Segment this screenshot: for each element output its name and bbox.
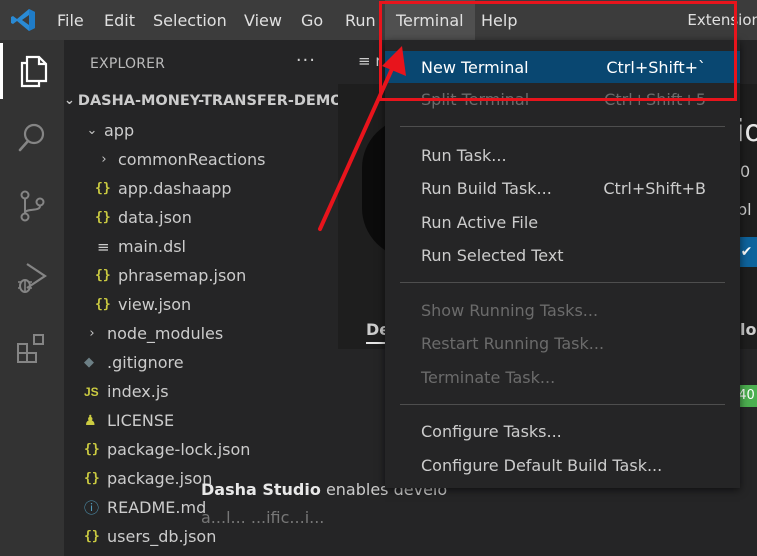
json-file-icon: {} — [84, 529, 100, 544]
menu-item-shortcut: Ctrl+Shift+B — [603, 178, 706, 198]
chevron-right-icon: › — [101, 152, 107, 167]
tree-item[interactable]: {} app.dashaapp — [64, 174, 338, 203]
json-file-icon: {} — [95, 268, 111, 283]
run-debug-icon[interactable] — [0, 250, 64, 306]
explorer-icon[interactable] — [0, 43, 64, 99]
menu-item-label: Configure Default Build Task... — [421, 455, 663, 475]
tree-item-label: phrasemap.json — [118, 266, 247, 285]
tree-item-label: index.js — [107, 382, 169, 401]
json-file-icon: {} — [84, 442, 100, 457]
javascript-file-icon: JS — [84, 384, 99, 399]
activity-bar — [0, 40, 64, 556]
menu-edit[interactable]: Edit — [104, 0, 135, 40]
root-folder-label: DASHA-MONEY-TRANSFER-DEMO — [77, 92, 343, 109]
explorer-title: EXPLORER — [90, 56, 166, 72]
tree-root-folder[interactable]: ⌄ DASHA-MONEY-TRANSFER-DEMO — [64, 86, 343, 115]
tree-item-label: node_modules — [107, 324, 224, 343]
menu-separator — [400, 404, 725, 405]
chevron-right-icon: › — [89, 326, 95, 341]
menu-item-run-selected-text[interactable]: Run Selected Text — [385, 239, 740, 271]
vscode-logo-icon — [11, 9, 35, 31]
chevron-down-icon: ⌄ — [86, 123, 98, 138]
menu-item-restart-running-task: Restart Running Task... — [385, 327, 740, 359]
menu-item-label: Run Build Task... — [421, 178, 552, 198]
tree-item[interactable]: {} data.json — [64, 203, 338, 232]
text-file-icon: ≡ — [97, 237, 110, 256]
menu-item-run-active-file[interactable]: Run Active File — [385, 206, 740, 238]
menu-item-configure-default-build-task[interactable]: Configure Default Build Task... — [385, 449, 740, 481]
tree-item-label: app.dashaapp — [118, 179, 232, 198]
json-file-icon: {} — [84, 471, 100, 486]
menu-item-label: Run Task... — [421, 145, 507, 165]
tree-item-label: LICENSE — [107, 411, 175, 430]
menu-item-label: Configure Tasks... — [421, 421, 562, 441]
json-file-icon: {} — [95, 181, 111, 196]
extension-tab-icon[interactable]: ≡ r — [358, 52, 382, 70]
menu-item-label: Show Running Tasks... — [421, 300, 599, 320]
tree-item-label: app — [104, 121, 135, 140]
description-bold: Dasha Studio — [201, 480, 321, 499]
search-icon[interactable] — [0, 110, 64, 166]
tree-item[interactable]: {} phrasemap.json — [64, 261, 338, 290]
menu-item-label: Terminate Task... — [421, 367, 556, 387]
extension-version-fragment: 0 — [740, 162, 751, 181]
explorer-sidebar: EXPLORER ··· ⌄ DASHA-MONEY-TRANSFER-DEMO… — [64, 40, 343, 556]
tree-item-label: package-lock.json — [107, 440, 251, 459]
extension-description-clipped: a...l... ...ific...i... — [201, 508, 325, 527]
menu-file[interactable]: File — [57, 0, 84, 40]
info-file-icon: ⓘ — [84, 499, 100, 517]
chevron-down-icon: ⌄ — [64, 93, 75, 108]
menu-item-terminate-task: Terminate Task... — [385, 361, 740, 393]
menu-item-label: Run Active File — [421, 212, 539, 232]
tree-item[interactable]: ⌄ app — [64, 116, 338, 145]
menu-view[interactable]: View — [244, 0, 282, 40]
tree-item[interactable]: JS index.js — [64, 377, 338, 406]
menu-item-label: Run Selected Text — [421, 245, 564, 265]
tree-item-label: users_db.json — [107, 527, 217, 546]
extension-meta-fragment: lo — [740, 320, 757, 339]
tree-item-label: commonReactions — [118, 150, 266, 169]
tree-item[interactable]: {} view.json — [64, 290, 338, 319]
menu-go[interactable]: Go — [301, 0, 323, 40]
menu-separator — [400, 126, 725, 127]
tree-item-label: .gitignore — [107, 353, 184, 372]
git-file-icon: ◆ — [84, 355, 94, 370]
tree-item[interactable]: ≡ main.dsl — [64, 232, 338, 261]
tree-item[interactable]: ♟ LICENSE — [64, 406, 338, 435]
tree-item[interactable]: › node_modules — [64, 319, 338, 348]
menu-item-run-task[interactable]: Run Task... — [385, 139, 740, 171]
menu-item-label: Restart Running Task... — [421, 333, 605, 353]
menu-run[interactable]: Run — [345, 0, 376, 40]
menu-separator — [400, 282, 725, 283]
json-file-icon: {} — [95, 297, 111, 312]
extensions-icon[interactable] — [0, 320, 64, 376]
terminal-menu-dropdown: New Terminal Ctrl+Shift+` Split Terminal… — [385, 40, 740, 488]
tree-item-label: data.json — [118, 208, 192, 227]
more-actions-icon[interactable]: ··· — [296, 50, 316, 71]
menu-item-show-running-tasks: Show Running Tasks... — [385, 294, 740, 326]
tree-item-label: main.dsl — [118, 237, 186, 256]
menu-item-run-build-task[interactable]: Run Build Task... Ctrl+Shift+B — [385, 172, 740, 204]
menu-selection[interactable]: Selection — [153, 0, 227, 40]
tree-item[interactable]: {} package-lock.json — [64, 435, 338, 464]
license-file-icon: ♟ — [84, 412, 97, 429]
tree-item-label: README.md — [107, 498, 207, 517]
tree-item[interactable]: ◆ .gitignore — [64, 348, 338, 377]
tree-item-label: package.json — [107, 469, 213, 488]
tree-item-label: view.json — [118, 295, 192, 314]
menu-item-configure-tasks[interactable]: Configure Tasks... — [385, 415, 740, 447]
json-file-icon: {} — [95, 210, 111, 225]
source-control-icon[interactable] — [0, 178, 64, 234]
tree-item[interactable]: › commonReactions — [64, 145, 338, 174]
annotation-highlight-box — [379, 1, 737, 101]
